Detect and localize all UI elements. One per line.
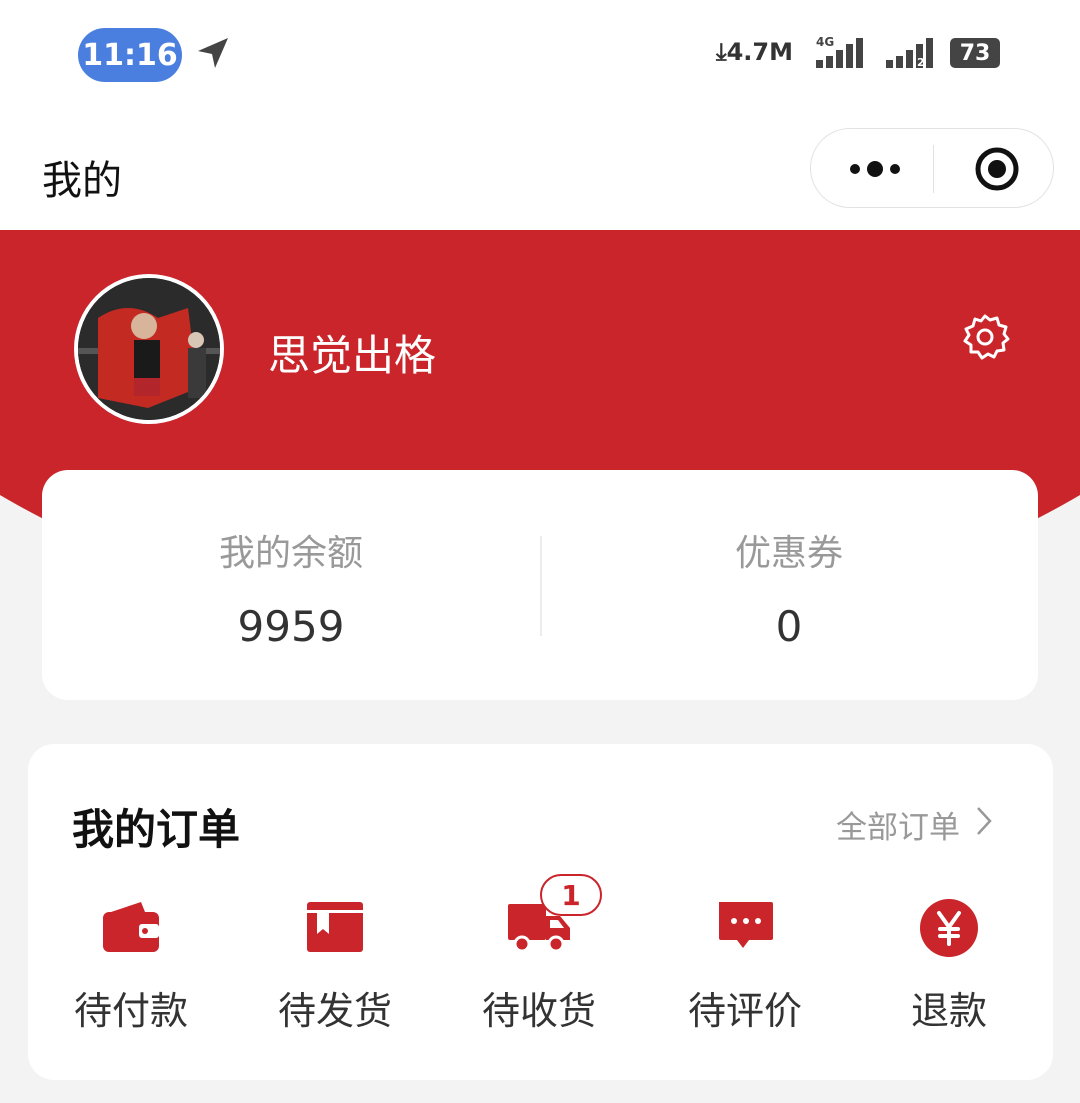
all-orders-label: 全部订单 — [836, 810, 960, 846]
balance-value: 9959 — [237, 602, 345, 651]
chevron-right-icon — [976, 806, 992, 844]
order-pending-receipt[interactable]: 待收货 — [436, 894, 642, 1054]
balance-card: 我的余额 9959 优惠券 0 — [42, 470, 1038, 700]
sim-slot-label: 2 — [917, 56, 925, 69]
yen-circle-icon — [919, 898, 979, 968]
gear-icon[interactable] — [960, 312, 1010, 366]
order-refund[interactable]: 退款 — [846, 894, 1052, 1054]
order-count-badge: 1 — [540, 874, 602, 916]
order-status-label: 待付款 — [73, 989, 188, 1033]
network-type-label: 4G — [816, 35, 834, 49]
orders-title: 我的订单 — [72, 805, 241, 854]
order-pending-payment[interactable]: 待付款 — [28, 894, 234, 1054]
signal-icon: 4G — [814, 34, 868, 74]
balance-label: 我的余额 — [218, 533, 363, 574]
wallet-icon — [101, 898, 161, 968]
page-title: 我的 — [42, 158, 122, 204]
order-status-label: 待收货 — [481, 989, 596, 1033]
order-status-label: 待发货 — [277, 989, 392, 1033]
status-bar: 11:16 ⤓4.7M 4G 2 73 — [0, 0, 1080, 110]
coupon-label: 优惠券 — [734, 533, 843, 574]
package-box-icon — [305, 898, 365, 968]
order-pending-review[interactable]: 待评价 — [642, 894, 848, 1054]
target-circle-icon[interactable] — [973, 145, 1021, 197]
order-status-label: 待评价 — [687, 989, 802, 1033]
signal-icon: 2 — [884, 36, 936, 74]
more-dots-icon[interactable] — [845, 149, 905, 189]
mini-program-capsule — [810, 128, 1054, 208]
battery-icon: 73 — [950, 38, 1000, 68]
comment-bubble-icon — [715, 898, 775, 968]
network-speed: ⤓4.7M — [716, 38, 794, 66]
coupon-stat[interactable]: 优惠券 0 — [540, 470, 1038, 700]
avatar[interactable] — [74, 274, 224, 424]
all-orders-link[interactable]: 全部订单 — [836, 802, 992, 847]
username: 思觉出格 — [268, 331, 437, 380]
capsule-divider — [933, 145, 934, 193]
order-status-label: 退款 — [910, 989, 987, 1033]
order-pending-shipment[interactable]: 待发货 — [232, 894, 438, 1054]
balance-stat[interactable]: 我的余额 9959 — [42, 470, 540, 700]
location-arrow-icon — [194, 34, 232, 76]
orders-card: 我的订单 全部订单 待付款 待发货 待收货 1 待评价 退款 — [28, 744, 1053, 1080]
download-arrow-icon: ⤓ — [716, 38, 727, 66]
nav-bar: 我的 — [0, 110, 1080, 230]
status-time: 11:16 — [78, 28, 182, 82]
coupon-value: 0 — [775, 602, 803, 651]
